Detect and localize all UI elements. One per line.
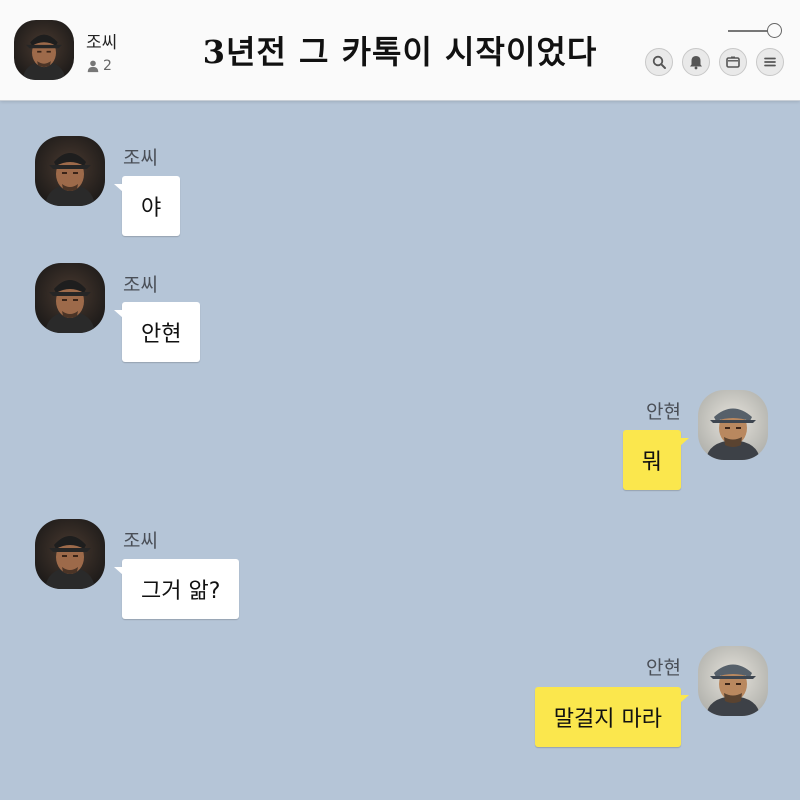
menu-button[interactable] — [756, 48, 784, 76]
sender-avatar[interactable] — [35, 519, 105, 589]
page-title: 3년전 그 카톡이 시작이었다 — [202, 33, 598, 71]
chat-header: 조씨 2 3년전 그 카톡이 시작이었다 — [0, 0, 800, 101]
message-bubble-incoming[interactable]: 그거 앎? — [113, 559, 240, 619]
slider-track — [728, 30, 770, 32]
sender-avatar[interactable] — [35, 263, 105, 333]
member-count[interactable]: 2 — [86, 58, 112, 74]
notification-button[interactable] — [682, 48, 710, 76]
avatar-photo-an — [698, 646, 768, 716]
drawer-icon — [726, 56, 740, 68]
message-bubble-outgoing[interactable]: 뭐 — [622, 430, 690, 490]
message-bubble-incoming[interactable]: 야 — [113, 176, 181, 236]
sender-avatar[interactable] — [698, 390, 768, 460]
drawer-button[interactable] — [719, 48, 747, 76]
bell-icon — [690, 56, 702, 70]
sender-name: 안현 — [646, 657, 681, 679]
avatar-photo-jo — [35, 263, 105, 333]
message-bubble-outgoing[interactable]: 말걸지 마라 — [534, 687, 690, 747]
sender-avatar[interactable] — [35, 136, 105, 206]
message-bubble-incoming[interactable]: 안현 — [113, 302, 201, 362]
transparency-slider[interactable] — [728, 23, 782, 39]
avatar-photo-an — [698, 390, 768, 460]
search-icon — [652, 55, 666, 69]
search-button[interactable] — [645, 48, 673, 76]
avatar-photo-jo — [35, 136, 105, 206]
person-icon — [87, 60, 99, 73]
avatar-photo-jo — [35, 519, 105, 589]
slider-knob[interactable] — [767, 23, 782, 38]
sender-name: 조씨 — [123, 274, 158, 296]
avatar-photo-jo — [14, 20, 74, 80]
sender-name: 조씨 — [123, 530, 158, 552]
chat-room-name: 조씨 — [86, 33, 118, 53]
sender-name: 안현 — [646, 401, 681, 423]
menu-icon — [764, 57, 776, 67]
chat-avatar[interactable] — [14, 20, 74, 80]
member-count-value: 2 — [103, 58, 112, 74]
sender-name: 조씨 — [123, 147, 158, 169]
sender-avatar[interactable] — [698, 646, 768, 716]
